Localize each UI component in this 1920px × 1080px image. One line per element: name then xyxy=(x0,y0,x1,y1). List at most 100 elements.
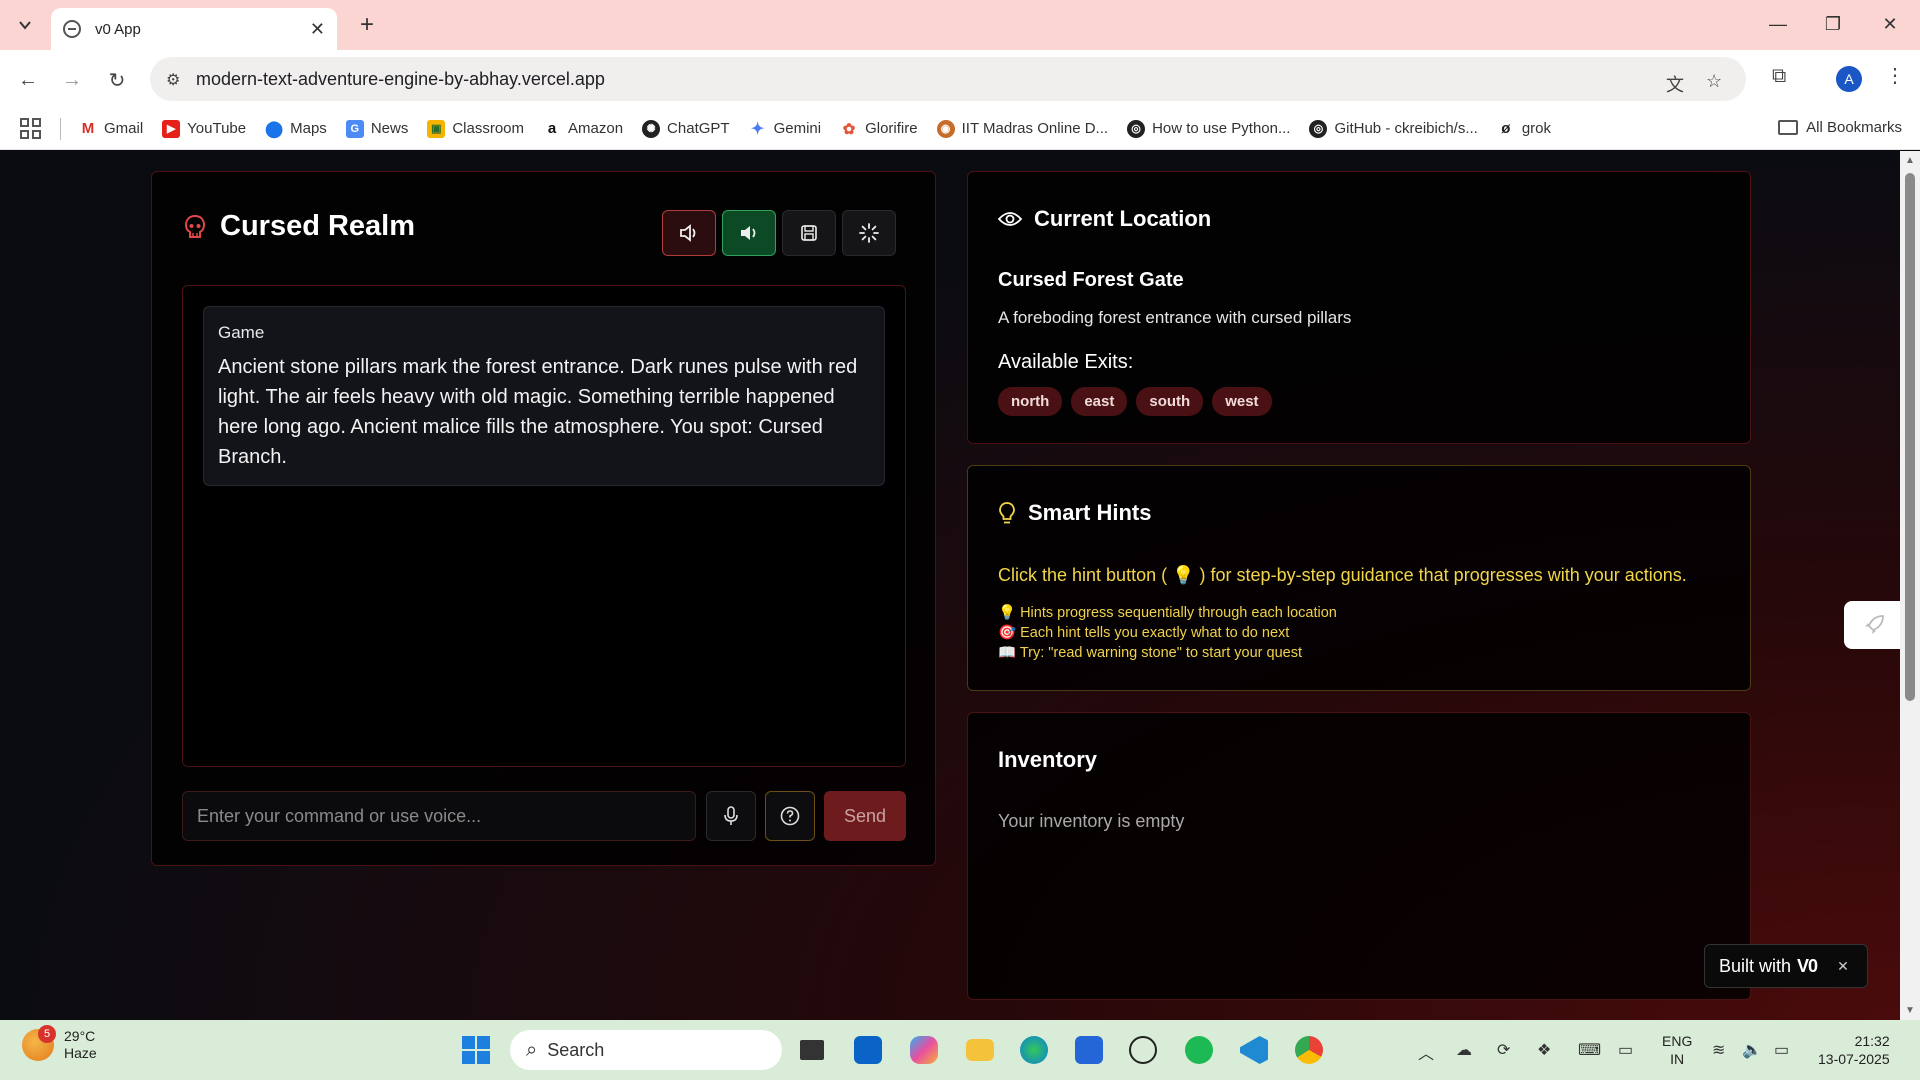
language-indicator[interactable]: ENG IN xyxy=(1662,1032,1692,1068)
exits-list: north east south west xyxy=(998,387,1272,416)
bookmark-github-ckreibich[interactable]: ◎ GitHub - ckreibich/s... xyxy=(1309,119,1478,138)
command-input[interactable] xyxy=(182,791,696,841)
inventory-empty-text: Your inventory is empty xyxy=(998,811,1185,831)
save-game-button[interactable] xyxy=(782,210,836,256)
volume-icon[interactable]: 🔈 xyxy=(1742,1040,1762,1060)
glorifire-icon: ✿ xyxy=(840,119,859,138)
reload-button[interactable]: ↻ xyxy=(101,64,133,96)
address-bar[interactable]: ⚙ modern-text-adventure-engine-by-abhay.… xyxy=(150,57,1746,101)
sync-icon[interactable]: ⟳ xyxy=(1497,1040,1510,1060)
message-sender: Game xyxy=(218,323,265,342)
amazon-icon: a xyxy=(543,119,562,138)
start-button[interactable] xyxy=(458,1032,494,1068)
bookmark-iit-madras[interactable]: ◉ IIT Madras Online D... xyxy=(936,119,1108,138)
folder-icon xyxy=(1778,120,1799,135)
tab-search-button[interactable] xyxy=(10,10,40,40)
exit-west[interactable]: west xyxy=(1212,387,1272,416)
bookmark-youtube[interactable]: ▶ YouTube xyxy=(162,119,246,138)
wifi-icon[interactable]: ≋ xyxy=(1712,1040,1725,1060)
minimize-button[interactable]: — xyxy=(1758,8,1798,40)
github-icon: ◎ xyxy=(1309,119,1328,138)
message-text: Ancient stone pillars mark the forest en… xyxy=(218,356,858,468)
vscode-button[interactable] xyxy=(1236,1032,1272,1068)
calendar-button[interactable] xyxy=(1071,1032,1107,1068)
menu-icon[interactable]: ⋮ xyxy=(1885,63,1905,88)
tab-close-icon[interactable]: ✕ xyxy=(310,19,325,40)
windows-logo-icon xyxy=(462,1036,490,1064)
game-header: Cursed Realm xyxy=(184,210,415,243)
site-info-icon[interactable]: ⚙ xyxy=(166,70,180,90)
bookmark-maps[interactable]: ⬤ Maps xyxy=(265,119,327,138)
copilot-icon xyxy=(910,1036,938,1064)
scroll-down-arrow-icon[interactable]: ▼ xyxy=(1905,1005,1915,1016)
skull-icon xyxy=(184,214,206,238)
taskbar-search[interactable]: ⌕ Search xyxy=(510,1030,782,1070)
microphone-button[interactable] xyxy=(706,791,756,841)
bookmark-gemini[interactable]: ✦ Gemini xyxy=(748,119,821,138)
bookmark-glorifire[interactable]: ✿ Glorifire xyxy=(840,119,918,138)
game-log[interactable]: Game Ancient stone pillars mark the fore… xyxy=(182,285,906,767)
loading-button[interactable] xyxy=(842,210,896,256)
restore-button[interactable]: ❐ xyxy=(1813,8,1853,40)
all-bookmarks-button[interactable]: All Bookmarks xyxy=(1778,119,1902,136)
built-with-v0-badge[interactable]: Built with V0 ✕ xyxy=(1704,944,1868,988)
show-hidden-icons-icon[interactable]: ︿ xyxy=(1418,1040,1434,1064)
eye-icon xyxy=(998,212,1022,226)
send-button[interactable]: Send xyxy=(824,791,906,841)
bookmark-news[interactable]: G News xyxy=(345,119,408,138)
file-explorer-button[interactable] xyxy=(962,1032,998,1068)
exits-label: Available Exits: xyxy=(998,351,1134,373)
exit-east[interactable]: east xyxy=(1071,387,1128,416)
onedrive-icon[interactable]: ☁ xyxy=(1456,1040,1472,1060)
hint-button[interactable] xyxy=(765,791,815,841)
scroll-up-arrow-icon[interactable]: ▲ xyxy=(1905,155,1915,166)
extensions-icon[interactable]: ⧉ xyxy=(1772,65,1786,88)
outlook-button[interactable] xyxy=(850,1032,886,1068)
location-panel: Current Location Cursed Forest Gate A fo… xyxy=(967,171,1751,444)
spotify-button[interactable] xyxy=(1181,1032,1217,1068)
bookmark-amazon[interactable]: a Amazon xyxy=(543,119,623,138)
keyboard-icon[interactable]: ⌨ xyxy=(1578,1040,1601,1060)
task-view-button[interactable] xyxy=(794,1032,830,1068)
page-scrollbar[interactable]: ▲ ▼ xyxy=(1900,151,1920,1020)
translate-icon[interactable]: 文 xyxy=(1666,71,1684,97)
apps-grid-icon[interactable] xyxy=(20,117,42,140)
feedback-tab[interactable] xyxy=(1844,601,1900,649)
bookmark-classroom[interactable]: ▣ Classroom xyxy=(427,119,524,138)
browser-tab-active[interactable]: v0 App ✕ xyxy=(51,8,337,50)
scrollbar-thumb[interactable] xyxy=(1905,173,1915,701)
outlook-icon xyxy=(854,1036,882,1064)
lightbulb-emoji-icon: 💡 xyxy=(1172,565,1195,585)
weather-widget[interactable]: 5 29°C Haze xyxy=(22,1025,97,1062)
forward-button[interactable]: → xyxy=(56,64,88,96)
profile-avatar[interactable]: A xyxy=(1836,66,1862,92)
v0-logo: V0 xyxy=(1797,955,1818,976)
battery-icon[interactable]: ▭ xyxy=(1774,1040,1789,1060)
copilot-button[interactable] xyxy=(906,1032,942,1068)
tablet-mode-icon[interactable]: ▭ xyxy=(1618,1040,1633,1060)
iit-madras-icon: ◉ xyxy=(936,119,955,138)
exit-north[interactable]: north xyxy=(998,387,1063,416)
close-badge-icon[interactable]: ✕ xyxy=(1837,958,1849,975)
audio-toggle-button[interactable] xyxy=(662,210,716,256)
bookmark-python-github[interactable]: ◎ How to use Python... xyxy=(1127,119,1290,138)
close-window-button[interactable]: ✕ xyxy=(1870,8,1910,40)
edge-button[interactable] xyxy=(1016,1032,1052,1068)
game-message: Game Ancient stone pillars mark the fore… xyxy=(203,306,885,486)
chrome-button[interactable] xyxy=(1291,1032,1327,1068)
voice-output-button[interactable] xyxy=(722,210,776,256)
bookmark-grok[interactable]: ø grok xyxy=(1496,119,1551,138)
back-button[interactable]: ← xyxy=(12,64,44,96)
new-tab-button[interactable]: + xyxy=(352,10,382,40)
bookmark-gmail[interactable]: M Gmail xyxy=(79,119,143,138)
system-clock[interactable]: 21:32 13-07-2025 xyxy=(1818,1032,1890,1068)
bookmark-chatgpt[interactable]: ✺ ChatGPT xyxy=(642,119,730,138)
chatgpt-icon: ✺ xyxy=(642,119,661,138)
temperature: 29°C xyxy=(64,1028,96,1044)
star-icon[interactable]: ☆ xyxy=(1706,71,1722,92)
exit-south[interactable]: south xyxy=(1136,387,1204,416)
dropbox-icon[interactable]: ❖ xyxy=(1537,1040,1551,1060)
game-title: Cursed Realm xyxy=(220,210,416,242)
url-text: modern-text-adventure-engine-by-abhay.ve… xyxy=(196,68,605,89)
dell-button[interactable] xyxy=(1125,1032,1161,1068)
